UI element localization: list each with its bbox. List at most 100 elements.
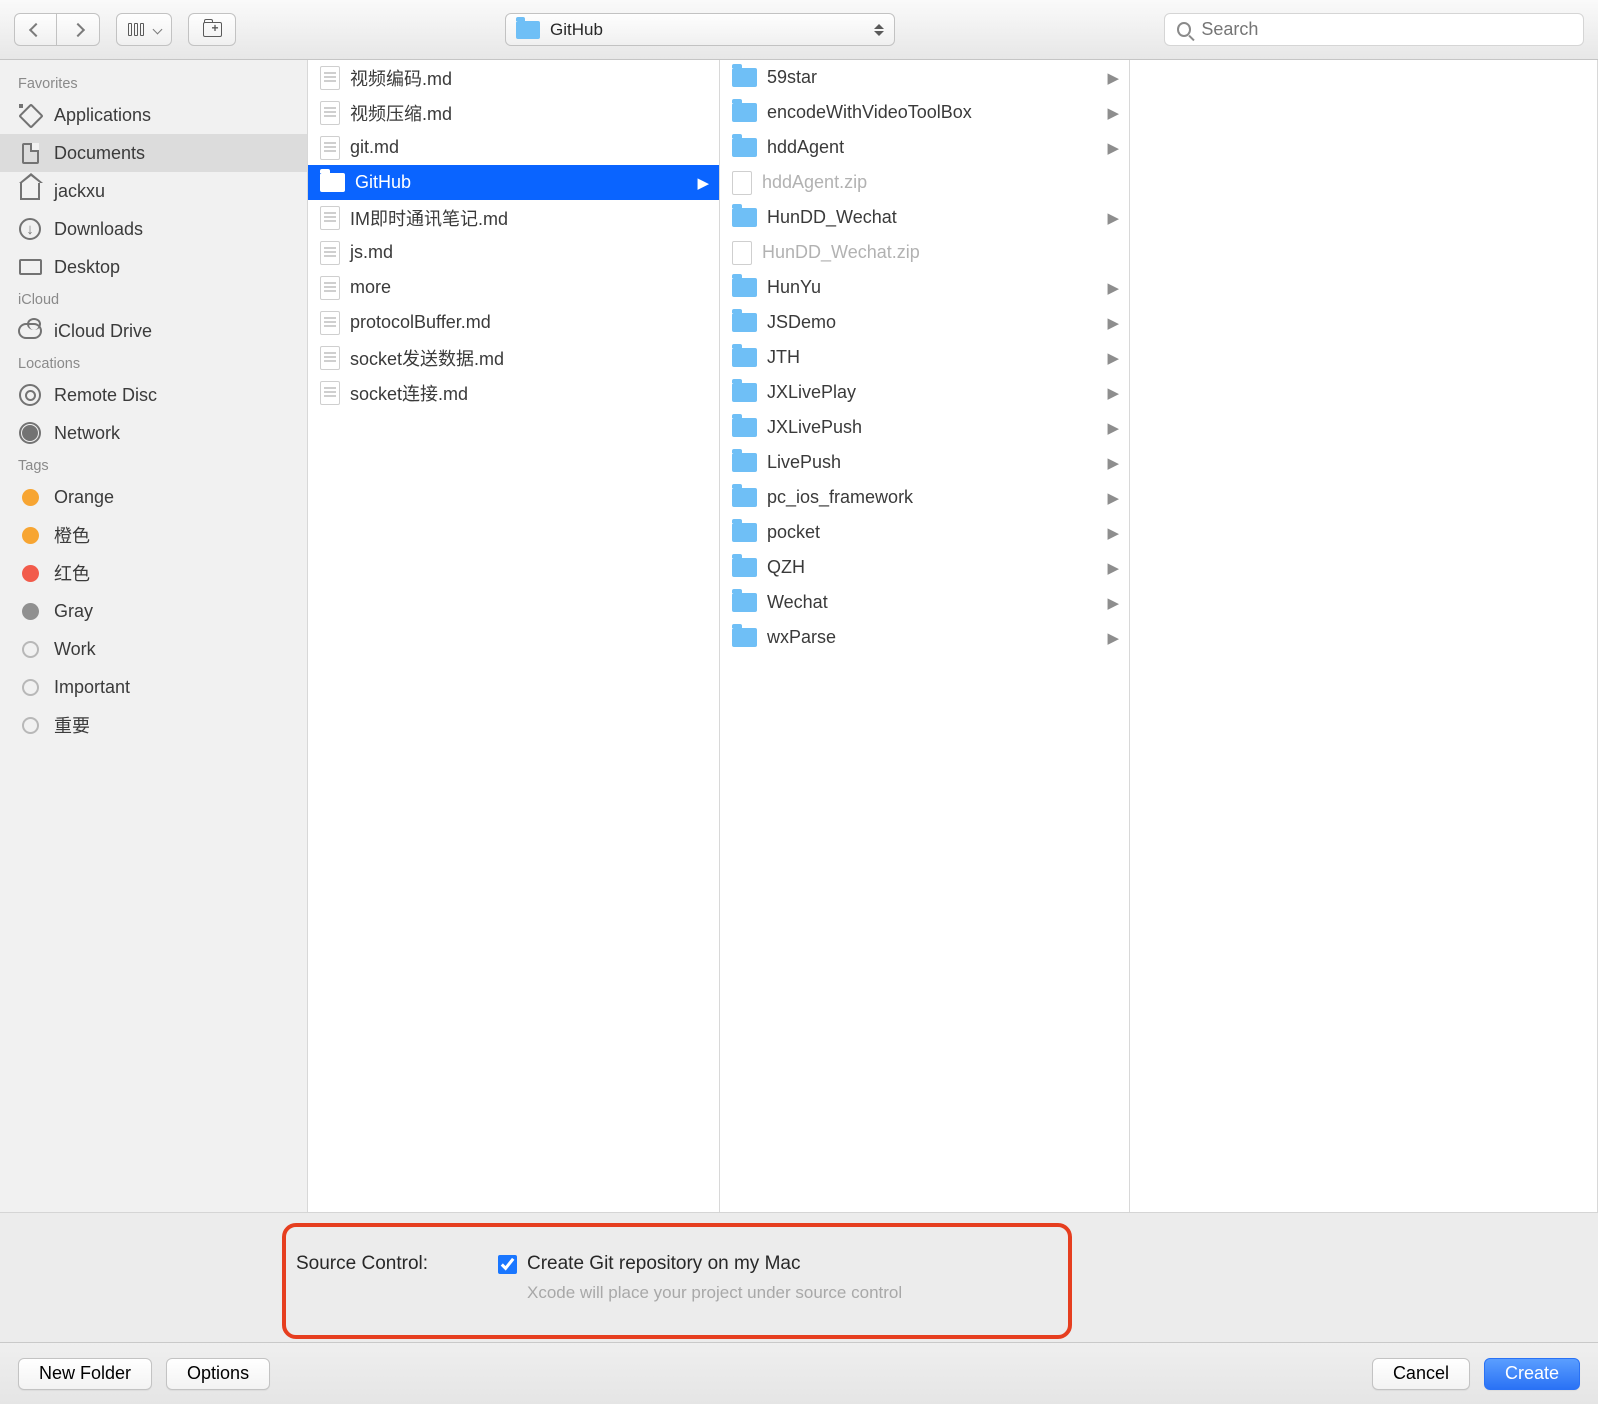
file-icon [320, 346, 340, 370]
forward-button[interactable] [57, 13, 100, 46]
file-label: JTH [767, 347, 800, 368]
sidebar-item[interactable]: Documents [0, 134, 307, 172]
file-row[interactable]: protocolBuffer.md [308, 305, 719, 340]
file-row[interactable]: IM即时通讯笔记.md [308, 200, 719, 235]
file-label: LivePush [767, 452, 841, 473]
file-row[interactable]: pc_ios_framework▶ [720, 480, 1129, 515]
file-row[interactable]: git.md [308, 130, 719, 165]
sidebar-item[interactable]: Orange [0, 478, 307, 516]
file-row[interactable]: JXLivePush▶ [720, 410, 1129, 445]
sidebar-item[interactable]: 橙色 [0, 516, 307, 554]
doc-icon [18, 142, 42, 164]
file-row[interactable]: hddAgent▶ [720, 130, 1129, 165]
disclosure-arrow-icon: ▶ [1107, 279, 1119, 297]
file-label: wxParse [767, 627, 836, 648]
back-button[interactable] [14, 13, 57, 46]
sidebar-item[interactable]: Network [0, 414, 307, 452]
search-field[interactable] [1164, 13, 1584, 46]
file-row[interactable]: Wechat▶ [720, 585, 1129, 620]
sidebar-section-header: Favorites [0, 70, 307, 96]
zip-icon [732, 171, 752, 195]
disclosure-arrow-icon: ▶ [1107, 419, 1119, 437]
sidebar-item[interactable]: Work [0, 630, 307, 668]
file-row[interactable]: QZH▶ [720, 550, 1129, 585]
file-label: HunDD_Wechat [767, 207, 897, 228]
sidebar-item[interactable]: jackxu [0, 172, 307, 210]
file-row[interactable]: JSDemo▶ [720, 305, 1129, 340]
file-row[interactable]: hddAgent.zip [720, 165, 1129, 200]
file-label: pocket [767, 522, 820, 543]
search-input[interactable] [1201, 19, 1571, 40]
create-button[interactable]: Create [1484, 1358, 1580, 1390]
chevron-left-icon [28, 22, 42, 36]
sidebar-item[interactable]: iCloud Drive [0, 312, 307, 350]
disclosure-arrow-icon: ▶ [1107, 139, 1119, 157]
sidebar-item[interactable]: 红色 [0, 554, 307, 592]
sidebar-item[interactable]: 重要 [0, 706, 307, 744]
sidebar-item-label: 橙色 [54, 522, 90, 548]
git-checkbox-label: Create Git repository on my Mac [527, 1253, 800, 1275]
folder-icon [732, 138, 757, 157]
file-row[interactable]: socket连接.md [308, 375, 719, 410]
new-folder-icon [203, 22, 222, 37]
file-label: hddAgent.zip [762, 172, 867, 193]
sidebar-item[interactable]: Desktop [0, 248, 307, 286]
file-row[interactable]: 视频编码.md [308, 60, 719, 95]
options-button[interactable]: Options [166, 1358, 270, 1390]
file-icon [320, 311, 340, 335]
git-checkbox[interactable] [498, 1255, 517, 1274]
sidebar-item[interactable]: Important [0, 668, 307, 706]
folder-icon [732, 488, 757, 507]
cancel-button[interactable]: Cancel [1372, 1358, 1470, 1390]
sidebar-item[interactable]: Gray [0, 592, 307, 630]
disclosure-arrow-icon: ▶ [1107, 629, 1119, 647]
disclosure-arrow-icon: ▶ [1107, 209, 1119, 227]
file-row[interactable]: 视频压缩.md [308, 95, 719, 130]
footer: New Folder Options Cancel Create [0, 1342, 1598, 1404]
file-row[interactable]: 59star▶ [720, 60, 1129, 95]
sidebar-section-header: Tags [0, 452, 307, 478]
file-row[interactable]: wxParse ▶ [720, 620, 1129, 655]
file-label: socket连接.md [350, 380, 468, 406]
file-row[interactable]: HunYu ▶ [720, 270, 1129, 305]
file-label: HunYu [767, 277, 821, 298]
file-icon [320, 241, 340, 265]
sidebar-item[interactable]: ↓Downloads [0, 210, 307, 248]
git-checkbox-row[interactable]: Create Git repository on my Mac [498, 1253, 800, 1275]
desk-icon [18, 256, 42, 278]
folder-icon [516, 21, 540, 39]
new-folder-button[interactable]: New Folder [18, 1358, 152, 1390]
file-row[interactable]: JTH▶ [720, 340, 1129, 375]
file-row[interactable]: js.md [308, 235, 719, 270]
file-row[interactable]: more [308, 270, 719, 305]
file-row[interactable]: GitHub▶ [308, 165, 719, 200]
tag-icon [18, 562, 42, 584]
file-row[interactable]: encodeWithVideoToolBox▶ [720, 95, 1129, 130]
view-mode-button[interactable] [116, 13, 172, 46]
disclosure-arrow-icon: ▶ [1107, 69, 1119, 87]
folder-icon [732, 593, 757, 612]
file-icon [320, 206, 340, 230]
file-row[interactable]: JXLivePlay▶ [720, 375, 1129, 410]
file-row[interactable]: pocket▶ [720, 515, 1129, 550]
chevron-right-icon [71, 22, 85, 36]
tag-icon [18, 714, 42, 736]
sidebar-item[interactable]: Applications [0, 96, 307, 134]
folder-icon [732, 278, 757, 297]
sidebar-item-label: jackxu [54, 181, 105, 202]
new-folder-toolbar-button[interactable] [188, 13, 236, 46]
updown-icon [874, 24, 884, 36]
file-icon [320, 276, 340, 300]
sidebar-item-label: Important [54, 677, 130, 698]
file-label: socket发送数据.md [350, 345, 504, 371]
file-row[interactable]: LivePush▶ [720, 445, 1129, 480]
toolbar: GitHub [0, 0, 1598, 60]
folder-icon [732, 103, 757, 122]
file-row[interactable]: socket发送数据.md [308, 340, 719, 375]
file-label: HunDD_Wechat.zip [762, 242, 920, 263]
folder-icon [320, 173, 345, 192]
path-popup[interactable]: GitHub [505, 13, 895, 46]
file-row[interactable]: HunDD_Wechat ▶ [720, 200, 1129, 235]
file-row[interactable]: HunDD_Wechat.zip [720, 235, 1129, 270]
sidebar-item[interactable]: Remote Disc [0, 376, 307, 414]
